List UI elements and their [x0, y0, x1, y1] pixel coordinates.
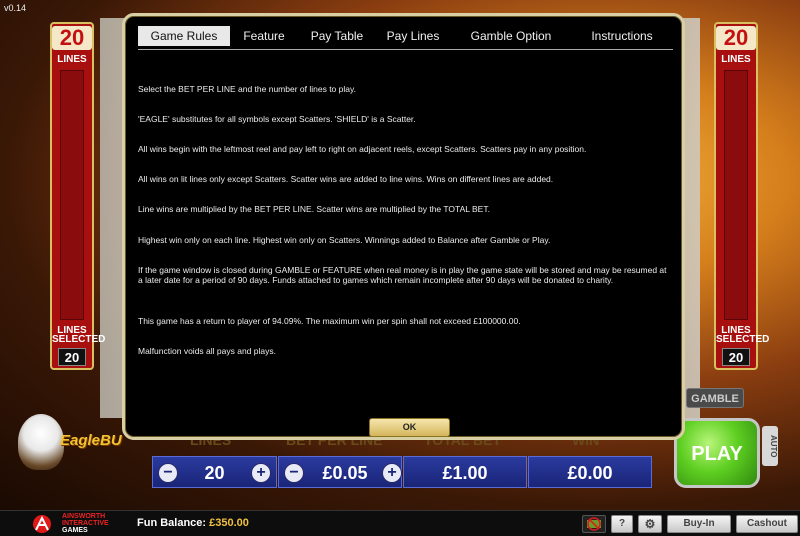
lines-bar — [724, 70, 748, 320]
rules-dialog: Game Rules Feature Pay Table Pay Lines G… — [122, 13, 685, 440]
lines-indicator-right: 20 LINES LINES SELECTED 20 — [714, 22, 770, 370]
lines-selected-label: LINES SELECTED — [52, 325, 106, 345]
tab-pay-lines[interactable]: Pay Lines — [380, 26, 446, 46]
game-logo: EagleBU — [14, 410, 124, 472]
lines-control: − 20 + — [152, 456, 277, 488]
rule-line: Line wins are multiplied by the BET PER … — [138, 204, 490, 214]
eagle-head-icon — [18, 414, 64, 470]
brand-name: AINSWORTH INTERACTIVE GAMES — [62, 513, 109, 534]
rule-line: 'EAGLE' substitutes for all symbols exce… — [138, 114, 416, 124]
lines-selected-value: 20 — [58, 348, 86, 366]
total-bet-control: + £1.00 — [382, 456, 527, 488]
win-display: £0.00 — [528, 456, 652, 488]
help-button[interactable]: ? — [611, 515, 633, 533]
rule-line: Malfunction voids all pays and plays. — [138, 346, 276, 356]
logo-text: EagleBU — [60, 432, 122, 449]
rule-line: All wins begin with the leftmost reel an… — [138, 144, 587, 154]
play-button[interactable]: PLAY — [674, 418, 760, 488]
rule-line: Highest win only on each line. Highest w… — [138, 235, 551, 245]
sound-mute-button[interactable] — [582, 515, 606, 533]
cashout-button[interactable]: Cashout — [736, 515, 798, 533]
version-label: v0.14 — [4, 3, 27, 13]
tab-feature[interactable]: Feature — [234, 26, 294, 46]
autoplay-button[interactable]: AUTO — [762, 426, 778, 466]
gear-icon: ⚙ — [644, 517, 656, 531]
lines-selected-value: 20 — [722, 348, 750, 366]
rule-line: If the game window is closed during GAMB… — [138, 265, 667, 285]
balance-label: Fun Balance: — [137, 517, 207, 529]
brand-line2: INTERACTIVE — [62, 520, 109, 527]
lines-indicator-left: 20 LINES LINES SELECTED 20 — [50, 22, 106, 370]
ok-button[interactable]: OK — [369, 418, 450, 437]
buy-in-button[interactable]: Buy-In — [667, 515, 731, 533]
settings-button[interactable]: ⚙ — [638, 515, 662, 533]
lines-label: LINES — [721, 54, 751, 65]
lines-count: 20 — [716, 26, 756, 50]
lines-increase-button[interactable]: + — [251, 463, 271, 483]
tab-instructions[interactable]: Instructions — [578, 26, 666, 46]
bet-controls: − 20 + − £0.05 + £1.00 £0.00 — [152, 456, 652, 488]
lines-selected-label: LINES SELECTED — [716, 325, 770, 345]
lines-label: LINES — [57, 54, 87, 65]
lines-count: 20 — [52, 26, 92, 50]
rule-line: Select the BET PER LINE and the number o… — [138, 84, 356, 94]
dialog-tabs: Game Rules Feature Pay Table Pay Lines G… — [138, 24, 673, 50]
win-value: £0.00 — [567, 463, 613, 483]
brand-line1: AINSWORTH — [62, 513, 106, 520]
footer-bar: AINSWORTH INTERACTIVE GAMES Fun Balance:… — [0, 510, 800, 536]
bet-increase-button[interactable]: + — [382, 463, 402, 483]
sound-off-icon — [587, 517, 601, 531]
fun-balance: Fun Balance: £350.00 — [137, 517, 249, 529]
rule-line: All wins on lit lines only except Scatte… — [138, 174, 554, 184]
tab-gamble-option[interactable]: Gamble Option — [460, 26, 562, 46]
lines-bar — [60, 70, 84, 320]
rule-line: This game has a return to player of 94.0… — [138, 316, 521, 326]
total-bet-value: £1.00 — [442, 463, 488, 483]
tab-game-rules[interactable]: Game Rules — [138, 26, 230, 46]
balance-value: £350.00 — [209, 517, 249, 529]
gamble-button[interactable]: GAMBLE — [686, 388, 744, 408]
ainsworth-logo-icon — [33, 515, 51, 533]
brand-line3: GAMES — [62, 527, 88, 534]
tab-pay-table[interactable]: Pay Table — [302, 26, 372, 46]
